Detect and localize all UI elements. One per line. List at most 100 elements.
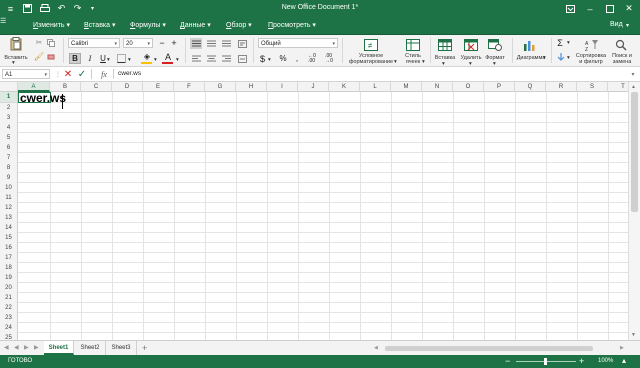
- vertical-scrollbar[interactable]: ▲ ▼: [628, 82, 640, 340]
- zoom-out-icon[interactable]: −: [505, 356, 510, 366]
- vertical-scroll-thumb[interactable]: [631, 92, 638, 212]
- wrap-text-icon[interactable]: [236, 38, 248, 49]
- format-cells-icon[interactable]: [487, 38, 503, 51]
- column-header[interactable]: R: [546, 82, 577, 92]
- menu-insert[interactable]: Вставка ▾: [84, 21, 116, 29]
- scroll-right-icon[interactable]: ▶: [620, 345, 624, 351]
- scroll-down-icon[interactable]: ▼: [631, 332, 636, 338]
- select-all-corner[interactable]: [0, 82, 18, 92]
- scroll-up-icon[interactable]: ▲: [631, 84, 636, 90]
- cell-style-chevron-icon[interactable]: ▾: [422, 59, 425, 65]
- column-header[interactable]: M: [391, 82, 422, 92]
- font-color-chevron-icon[interactable]: ▾: [176, 57, 179, 63]
- chart-icon[interactable]: [522, 38, 538, 51]
- fill-icon[interactable]: [556, 52, 566, 62]
- decrease-font-icon[interactable]: −: [158, 38, 166, 48]
- column-header[interactable]: F: [174, 82, 205, 92]
- column-header[interactable]: Q: [515, 82, 546, 92]
- copy-icon[interactable]: [46, 38, 56, 47]
- expand-formula-bar-icon[interactable]: ▾: [628, 69, 638, 79]
- spreadsheet-grid[interactable]: A B C D E F G H I J K L M N O P Q R S T …: [0, 82, 628, 340]
- sheet-tab-3[interactable]: Sheet3: [106, 341, 137, 355]
- bold-icon[interactable]: B: [69, 53, 81, 64]
- fill-chevron-icon[interactable]: ▾: [567, 55, 570, 61]
- column-header[interactable]: O: [453, 82, 484, 92]
- menu-review[interactable]: Обзор ▾: [226, 21, 252, 29]
- cell-style-icon[interactable]: [405, 38, 421, 51]
- zoom-level[interactable]: 100%: [598, 358, 613, 364]
- paste-icon[interactable]: [8, 37, 24, 51]
- align-center-icon[interactable]: [205, 53, 217, 64]
- row-header[interactable]: 1: [0, 92, 18, 103]
- column-header[interactable]: G: [205, 82, 236, 92]
- view-mode-chevron-icon[interactable]: ▾: [626, 22, 629, 29]
- column-header[interactable]: K: [329, 82, 360, 92]
- paste-chevron-icon[interactable]: ▾: [12, 60, 15, 66]
- maximize-icon[interactable]: [603, 2, 617, 15]
- find-replace-icon[interactable]: [613, 38, 629, 51]
- align-top-icon[interactable]: [190, 38, 202, 49]
- autosum-icon[interactable]: Σ: [555, 38, 565, 48]
- currency-chevron-icon[interactable]: ▾: [268, 57, 271, 63]
- prev-sheet-icon[interactable]: ◀: [14, 344, 19, 351]
- column-header[interactable]: T: [608, 82, 628, 92]
- column-header[interactable]: L: [360, 82, 391, 92]
- insert-function-icon[interactable]: fx: [98, 68, 110, 80]
- fill-color-chevron-icon[interactable]: ▾: [154, 57, 157, 63]
- cut-icon[interactable]: ✂: [34, 38, 44, 47]
- font-color-icon[interactable]: A: [162, 51, 174, 62]
- last-sheet-icon[interactable]: ▶: [34, 344, 39, 351]
- sort-filter-icon[interactable]: AZ: [584, 38, 600, 51]
- formula-bar-options-icon[interactable]: ⋮: [55, 69, 61, 79]
- borders-icon[interactable]: [115, 53, 127, 64]
- menu-data[interactable]: Данные ▾: [180, 21, 211, 29]
- align-bottom-icon[interactable]: [220, 38, 232, 49]
- clear-format-icon[interactable]: [46, 52, 56, 61]
- cancel-edit-icon[interactable]: ✕: [63, 68, 73, 80]
- italic-icon[interactable]: I: [85, 53, 95, 64]
- autosum-chevron-icon[interactable]: ▾: [567, 40, 570, 46]
- borders-chevron-icon[interactable]: ▾: [128, 57, 131, 63]
- zoom-dropdown-icon[interactable]: ▴: [622, 356, 626, 365]
- column-header[interactable]: C: [81, 82, 112, 92]
- column-header[interactable]: S: [577, 82, 608, 92]
- view-mode-button[interactable]: Вид: [610, 21, 623, 28]
- delete-cells-icon[interactable]: [463, 38, 479, 51]
- fill-color-icon[interactable]: ◈: [141, 51, 153, 62]
- merge-cells-icon[interactable]: [236, 53, 248, 64]
- next-sheet-icon[interactable]: ▶: [24, 344, 29, 351]
- underline-chevron-icon[interactable]: ▾: [107, 57, 110, 63]
- close-icon[interactable]: ✕: [622, 2, 636, 15]
- percent-icon[interactable]: %: [278, 53, 288, 64]
- font-size-select[interactable]: 20 ▾: [123, 38, 153, 48]
- align-right-icon[interactable]: [220, 53, 232, 64]
- number-format-select[interactable]: Общий ▾: [258, 38, 338, 48]
- confirm-edit-icon[interactable]: ✓: [77, 68, 87, 80]
- minimize-icon[interactable]: –: [583, 2, 597, 15]
- column-header[interactable]: I: [267, 82, 298, 92]
- sheet-tab-1[interactable]: Sheet1: [44, 341, 74, 355]
- ribbon-toggle-icon[interactable]: [563, 2, 577, 15]
- column-header[interactable]: J: [298, 82, 329, 92]
- row-header[interactable]: 25: [0, 333, 18, 340]
- decrease-decimal-icon[interactable]: .00 →0: [322, 53, 336, 64]
- scroll-left-icon[interactable]: ◀: [374, 345, 378, 351]
- align-left-icon[interactable]: [190, 53, 202, 64]
- column-header[interactable]: H: [236, 82, 267, 92]
- thousands-separator-icon[interactable]: ,: [292, 53, 302, 64]
- menu-edit[interactable]: Изменить ▾: [33, 21, 70, 29]
- conditional-formatting-chevron-icon[interactable]: ▾: [394, 59, 397, 65]
- increase-font-icon[interactable]: +: [170, 38, 178, 48]
- insert-cells-icon[interactable]: [437, 38, 453, 51]
- zoom-slider-thumb[interactable]: [544, 358, 547, 365]
- formula-input[interactable]: cwer.ws: [118, 70, 141, 77]
- font-name-select[interactable]: Calibri ▾: [68, 38, 120, 48]
- sheet-tab-2[interactable]: Sheet2: [75, 341, 106, 355]
- currency-icon[interactable]: $: [258, 53, 267, 64]
- chart-chevron-icon[interactable]: ▾: [543, 55, 546, 61]
- align-middle-icon[interactable]: [205, 38, 217, 49]
- column-header[interactable]: D: [112, 82, 143, 92]
- add-sheet-icon[interactable]: +: [142, 343, 147, 353]
- zoom-in-icon[interactable]: +: [579, 356, 584, 366]
- column-header[interactable]: E: [143, 82, 174, 92]
